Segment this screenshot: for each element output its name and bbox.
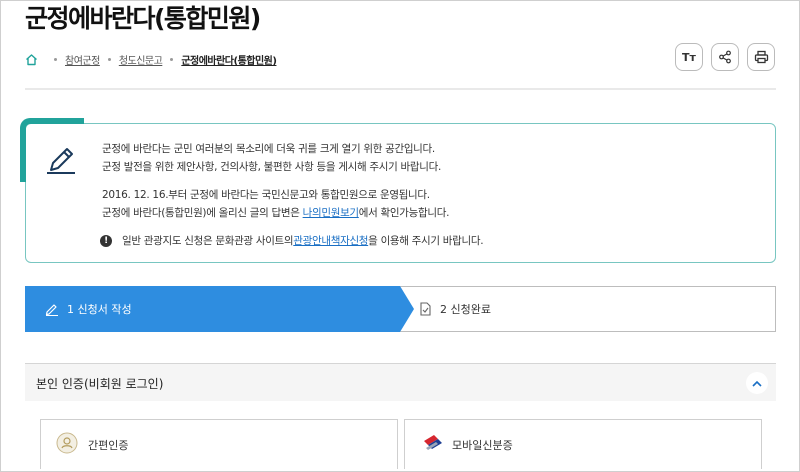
- simple-auth-icon: [56, 432, 78, 454]
- auth-option-label: 간편인증: [88, 439, 129, 452]
- share-icon: [719, 50, 731, 64]
- print-button[interactable]: [747, 43, 775, 71]
- breadcrumb-link-participation[interactable]: 참여군정: [65, 52, 100, 67]
- identity-section-header[interactable]: 본인 인증(비회원 로그인): [25, 363, 776, 401]
- auth-option-label: 모바일신분증: [452, 439, 513, 452]
- notice-text: 군정에 바란다는 군민 여러분의 목소리에 더욱 귀를 크게 열기 위한 공간입…: [100, 140, 484, 250]
- step-indicator: 1 신청서 작성 2 신청완료: [25, 286, 776, 332]
- title-divider: [25, 88, 776, 90]
- step-complete: 2 신청완료: [419, 301, 491, 317]
- breadcrumb-separator: [107, 58, 111, 61]
- pencil-icon: [47, 148, 75, 174]
- home-icon[interactable]: [25, 53, 38, 66]
- notice-line: 군정에 바란다는 군민 여러분의 목소리에 더욱 귀를 크게 열기 위한 공간입…: [102, 143, 435, 155]
- notice-box: 군정에 바란다는 군민 여러분의 목소리에 더욱 귀를 크게 열기 위한 공간입…: [20, 118, 776, 263]
- printer-icon: [754, 50, 768, 64]
- breadcrumb-link-sinmungo[interactable]: 청도신문고: [119, 52, 163, 67]
- breadcrumb-current: 군정에바란다(통합민원): [181, 56, 277, 67]
- notice-line: 2016. 12. 16.부터 군정에 바란다는 국민신문고와 통합민원으로 운…: [102, 189, 430, 201]
- page-title: 군정에바란다(통합민원): [25, 4, 261, 33]
- my-complaints-link[interactable]: 나의민원보기: [303, 207, 359, 219]
- step-write-application: 1 신청서 작성: [25, 286, 414, 332]
- font-size-icon: Tт: [682, 50, 696, 64]
- font-size-button[interactable]: Tт: [675, 43, 703, 71]
- share-button[interactable]: [711, 43, 739, 71]
- collapse-toggle[interactable]: [746, 372, 768, 394]
- tour-brochure-link[interactable]: 관광안내책자신청: [293, 232, 368, 250]
- pencil-icon: [45, 304, 58, 316]
- mobile-id-icon: [424, 435, 442, 450]
- breadcrumb-separator: [170, 58, 174, 61]
- info-icon: !: [100, 235, 112, 247]
- breadcrumb: 참여군정 청도신문고 군정에바란다(통합민원): [25, 52, 277, 67]
- mobile-id-option[interactable]: 모바일신분증: [404, 419, 762, 469]
- step-label: 2 신청완료: [440, 303, 491, 316]
- identity-section-title: 본인 인증(비회원 로그인): [36, 377, 164, 391]
- tourism-info: ! 일반 관광지도 신청은 문화관광 사이트의 관광안내책자신청 을 이용해 주시…: [100, 232, 484, 250]
- step-label: 1 신청서 작성: [67, 303, 132, 316]
- document-check-icon: [420, 302, 431, 316]
- breadcrumb-separator: [54, 58, 57, 61]
- notice-line: 군정에 바란다(통합민원)에 올리신 글의 답변은 나의민원보기에서 확인가능합…: [102, 207, 450, 219]
- chevron-up-icon: [752, 380, 762, 387]
- simple-auth-option[interactable]: 간편인증: [40, 419, 398, 469]
- notice-line: 군정 발전을 위한 제안사항, 건의사항, 불편한 사항 등을 게시해 주시기 …: [102, 161, 442, 173]
- page-tools: Tт: [675, 43, 775, 71]
